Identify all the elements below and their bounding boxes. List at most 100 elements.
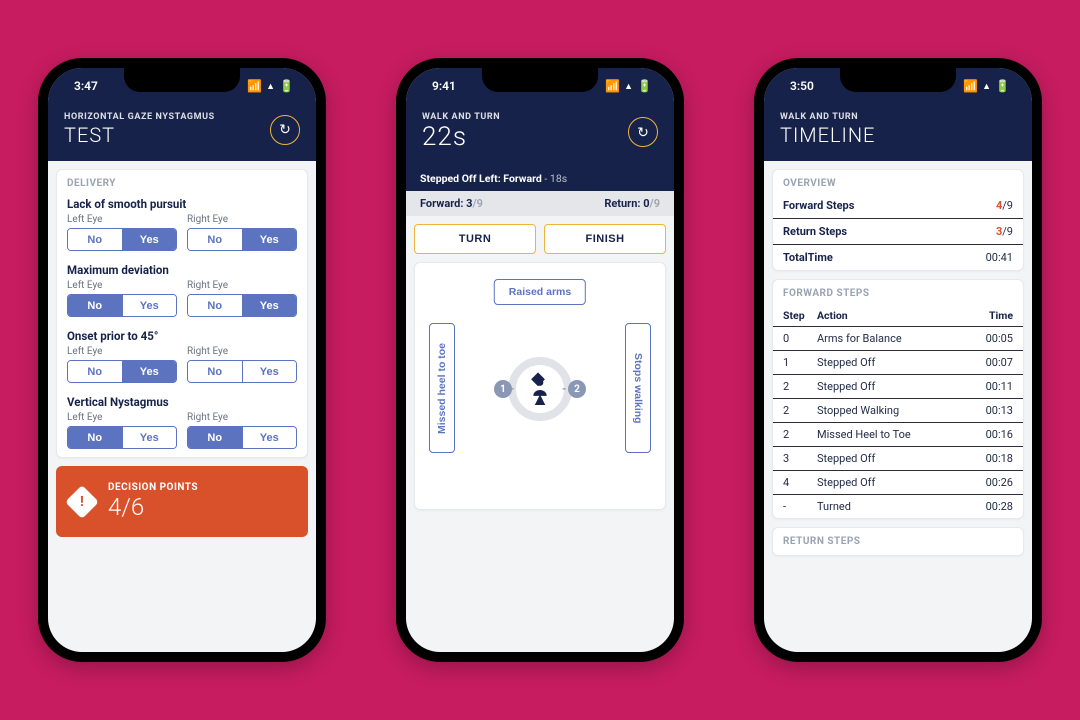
header-eyebrow: WALK AND TURN xyxy=(780,112,875,122)
group-smooth-pursuit: Lack of smooth pursuit Left Eye No Yes R… xyxy=(57,193,307,259)
raised-arms-button[interactable]: Raised arms xyxy=(494,279,586,305)
cell-action: Stopped Walking xyxy=(817,404,967,417)
seg-left-eye[interactable]: No Yes xyxy=(67,228,177,251)
status-time: 3:50 xyxy=(790,79,814,93)
app-header: WALK AND TURN 22s ↻ xyxy=(406,104,674,166)
table-row: 3Stepped Off00:18 xyxy=(773,447,1023,471)
total: /9 xyxy=(1002,225,1013,238)
cell-time: 00:07 xyxy=(967,356,1013,369)
seg-yes[interactable]: Yes xyxy=(242,361,297,382)
battery-icon: 🔋 xyxy=(995,79,1010,93)
seg-left-eye[interactable]: No Yes xyxy=(67,360,177,383)
cell-time: 00:18 xyxy=(967,452,1013,465)
steps-table-header: Step Action Time xyxy=(773,303,1023,327)
reset-button[interactable]: ↻ xyxy=(270,115,300,145)
seg-no[interactable]: No xyxy=(68,427,122,448)
seg-right-eye[interactable]: No Yes xyxy=(187,294,297,317)
phone-screen: 3:50 📶 ▲ 🔋 WALK AND TURN TIMELINE OVERVI… xyxy=(764,68,1032,652)
cell-action: Turned xyxy=(817,500,967,513)
event-time: - 18s xyxy=(544,172,567,185)
missed-heel-toe-button[interactable]: Missed heel to toe xyxy=(429,323,455,453)
left-eye-label: Left Eye xyxy=(67,412,177,423)
cell-step: 2 xyxy=(783,380,817,393)
phone-walk-and-turn-timeline: 3:50 📶 ▲ 🔋 WALK AND TURN TIMELINE OVERVI… xyxy=(754,58,1042,662)
decision-label: DECISION POINTS xyxy=(108,482,198,493)
overview-card: OVERVIEW Forward Steps 4/9 Return Steps … xyxy=(772,169,1024,271)
seg-yes[interactable]: Yes xyxy=(122,229,177,250)
seg-no[interactable]: No xyxy=(68,361,122,382)
left-eye-label: Left Eye xyxy=(67,214,177,225)
content-area: DELIVERY Lack of smooth pursuit Left Eye… xyxy=(48,161,316,652)
delivery-card: DELIVERY Lack of smooth pursuit Left Eye… xyxy=(56,169,308,458)
cell-action: Stepped Off xyxy=(817,476,967,489)
reset-button[interactable]: ↻ xyxy=(628,117,658,147)
wifi-icon: ▲ xyxy=(266,81,275,92)
cell-time: 00:11 xyxy=(967,380,1013,393)
seg-no[interactable]: No xyxy=(188,229,242,250)
decision-value: 4/6 xyxy=(108,493,198,521)
left-eye-label: Left Eye xyxy=(67,346,177,357)
finish-button[interactable]: FINISH xyxy=(544,224,666,254)
right-eye-label: Right Eye xyxy=(187,280,297,291)
seg-yes[interactable]: Yes xyxy=(122,295,177,316)
group-title: Lack of smooth pursuit xyxy=(67,197,297,211)
group-vertical-nystagmus: Vertical Nystagmus Left Eye No Yes Right… xyxy=(57,391,307,457)
table-row: 2Missed Heel to Toe00:16 xyxy=(773,423,1023,447)
turn-button[interactable]: TURN xyxy=(414,224,536,254)
step-chip-2[interactable]: 2 xyxy=(568,380,586,398)
table-row: 2Stepped Off00:11 xyxy=(773,375,1023,399)
group-title: Maximum deviation xyxy=(67,263,297,277)
cell-step: 4 xyxy=(783,476,817,489)
seg-no[interactable]: No xyxy=(68,229,122,250)
cell-action: Arms for Balance xyxy=(817,332,967,345)
total: /9 xyxy=(1002,199,1013,212)
seg-right-eye[interactable]: No Yes xyxy=(187,360,297,383)
right-eye-label: Right Eye xyxy=(187,346,297,357)
content-area: OVERVIEW Forward Steps 4/9 Return Steps … xyxy=(764,161,1032,652)
last-event-bar: Stepped Off Left: Forward - 18s xyxy=(406,166,674,191)
seg-yes[interactable]: Yes xyxy=(242,229,297,250)
table-row: 2Stopped Walking00:13 xyxy=(773,399,1023,423)
cell-step: 2 xyxy=(783,428,817,441)
cell-time: 00:13 xyxy=(967,404,1013,417)
seg-right-eye[interactable]: No Yes xyxy=(187,228,297,251)
cell-step: - xyxy=(783,500,817,513)
seg-yes[interactable]: Yes xyxy=(122,427,177,448)
decision-points-card: ! DECISION POINTS 4/6 xyxy=(56,466,308,537)
seg-no[interactable]: No xyxy=(188,427,242,448)
forward-steps-card: FORWARD STEPS Step Action Time 0Arms for… xyxy=(772,279,1024,519)
cell-step: 2 xyxy=(783,404,817,417)
seg-right-eye[interactable]: No Yes xyxy=(187,426,297,449)
seg-yes[interactable]: Yes xyxy=(242,427,297,448)
dash: - xyxy=(562,383,566,396)
right-eye-label: Right Eye xyxy=(187,412,297,423)
battery-icon: 🔋 xyxy=(637,79,652,93)
cell-step: 0 xyxy=(783,332,817,345)
battery-icon: 🔋 xyxy=(279,79,294,93)
return-label: Return: xyxy=(604,197,640,210)
seg-left-eye[interactable]: No Yes xyxy=(67,426,177,449)
return-total: /9 xyxy=(650,197,660,210)
seg-no[interactable]: No xyxy=(188,361,242,382)
reset-icon: ↻ xyxy=(279,121,291,138)
forward-label: Forward: xyxy=(420,197,463,210)
stops-walking-button[interactable]: Stops walking xyxy=(625,323,651,453)
seg-yes[interactable]: Yes xyxy=(242,295,297,316)
event-text: Stepped Off Left: Forward xyxy=(420,172,542,185)
cell-time: 00:26 xyxy=(967,476,1013,489)
seg-left-eye[interactable]: No Yes xyxy=(67,294,177,317)
section-label-delivery: DELIVERY xyxy=(57,170,307,193)
seg-no[interactable]: No xyxy=(68,295,122,316)
return-steps-card: RETURN STEPS xyxy=(772,527,1024,556)
overview-row-time: TotalTime 00:41 xyxy=(773,245,1023,270)
cell-action: Stepped Off xyxy=(817,452,967,465)
section-label-overview: OVERVIEW xyxy=(773,170,1023,193)
figure-diagram: Raised arms Missed heel to toe Stops wal… xyxy=(423,273,657,493)
cell-action: Missed Heel to Toe xyxy=(817,428,967,441)
phone-hgn-test: 3:47 📶 ▲ 🔋 HORIZONTAL GAZE NYSTAGMUS TES… xyxy=(38,58,326,662)
notch xyxy=(482,68,598,92)
seg-no[interactable]: No xyxy=(188,295,242,316)
seg-yes[interactable]: Yes xyxy=(122,361,177,382)
overview-row-forward: Forward Steps 4/9 xyxy=(773,193,1023,219)
table-row: 4Stepped Off00:26 xyxy=(773,471,1023,495)
